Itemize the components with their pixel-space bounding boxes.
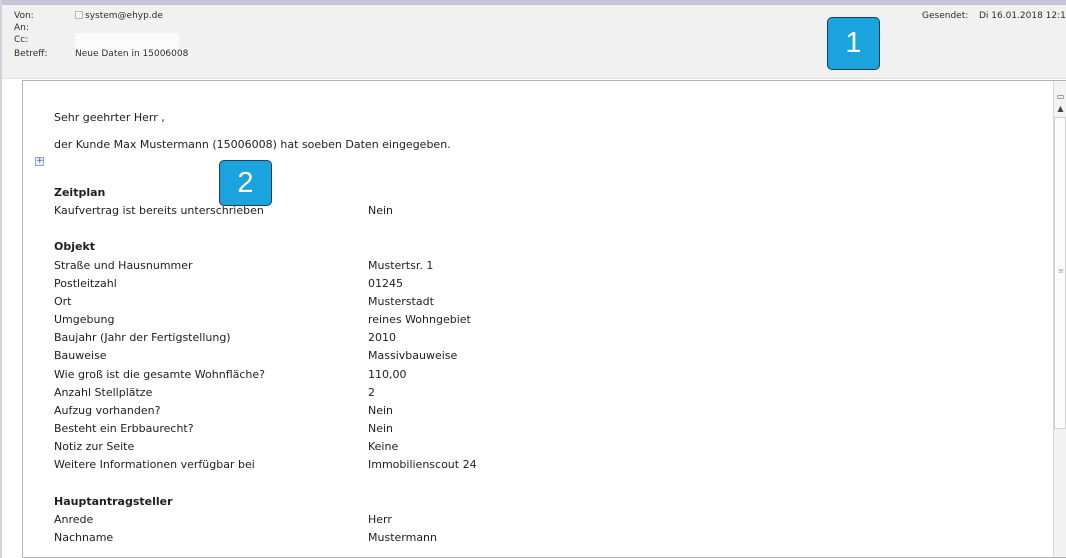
- field-value: Mustermann: [368, 530, 438, 544]
- expand-icon[interactable]: +: [35, 157, 44, 166]
- sent-label: Gesendet:: [922, 11, 969, 21]
- field-value: Keine: [368, 440, 399, 454]
- field-label: Umgebung: [54, 313, 115, 327]
- intro-text: der Kunde Max Mustermann (15006008) hat …: [54, 138, 451, 151]
- from-address[interactable]: system@ehyp.de: [75, 11, 163, 21]
- copy-icon[interactable]: ▭: [1055, 91, 1066, 103]
- cc-label: Cc:: [14, 35, 29, 45]
- field-value: Nein: [368, 403, 394, 417]
- field-value: Musterstadt: [368, 294, 434, 308]
- window-left-border: [0, 0, 2, 558]
- field-label: Straße und Hausnummer: [54, 258, 193, 272]
- field-label: Weitere Informationen verfügbar bei: [54, 458, 255, 472]
- field-label: Anzahl Stellplätze: [54, 385, 153, 399]
- from-value: system@ehyp.de: [85, 11, 163, 21]
- sent-value: Di 16.01.2018 12:19: [979, 11, 1066, 21]
- field-label: Wie groß ist die gesamte Wohnfläche?: [54, 367, 265, 381]
- field-label: Bauweise: [54, 349, 107, 363]
- annotation-badge-1: 1: [827, 17, 880, 70]
- section-title: Hauptantragsteller: [54, 494, 173, 508]
- to-label: An:: [14, 23, 29, 33]
- vertical-scrollbar[interactable]: ▭ ▲ ≡: [1053, 81, 1066, 557]
- field-value: Immobilienscout 24: [368, 458, 477, 472]
- field-label: Notiz zur Seite: [54, 440, 135, 454]
- field-label: Aufzug vorhanden?: [54, 403, 161, 417]
- annotation-badge-2: 2: [219, 160, 272, 206]
- field-value: 2010: [368, 331, 396, 345]
- message-body: Sehr geehrter Herr , der Kunde Max Muste…: [22, 80, 1066, 558]
- scroll-grip-icon: ≡: [1058, 267, 1064, 275]
- subject-label: Betreff:: [14, 49, 48, 59]
- field-label: Nachname: [54, 530, 114, 544]
- field-value: 2: [368, 385, 375, 399]
- field-value: 110,00: [368, 367, 407, 381]
- section-title: Objekt: [54, 240, 96, 254]
- field-label: Kaufvertrag ist bereits unterschrieben: [54, 204, 264, 218]
- subject-value: Neue Daten in 15006008: [75, 49, 189, 59]
- field-label: Baujahr (Jahr der Fertigstellung): [54, 331, 231, 345]
- field-value: Herr: [368, 512, 392, 526]
- field-value: Massivbauweise: [368, 349, 458, 363]
- field-label: Postleitzahl: [54, 276, 117, 290]
- field-value: reines Wohngebiet: [368, 313, 471, 327]
- contact-icon: [75, 11, 83, 19]
- field-value: Mustertsr. 1: [368, 258, 434, 272]
- field-label: Anrede: [54, 512, 94, 526]
- field-value: Nein: [368, 421, 394, 435]
- message-header: Von: system@ehyp.de An: Cc: Betreff: Neu…: [2, 5, 1066, 79]
- from-label: Von:: [14, 11, 34, 21]
- field-label: Besteht ein Erbbaurecht?: [54, 421, 194, 435]
- section-title: Zeitplan: [54, 186, 106, 199]
- field-label: Ort: [54, 294, 72, 308]
- greeting-text: Sehr geehrter Herr ,: [54, 111, 165, 124]
- scrollbar-thumb[interactable]: ≡: [1054, 117, 1066, 429]
- field-value: Nein: [368, 204, 394, 218]
- scroll-up-arrow-icon[interactable]: ▲: [1055, 103, 1066, 115]
- field-value: 01245: [368, 276, 403, 290]
